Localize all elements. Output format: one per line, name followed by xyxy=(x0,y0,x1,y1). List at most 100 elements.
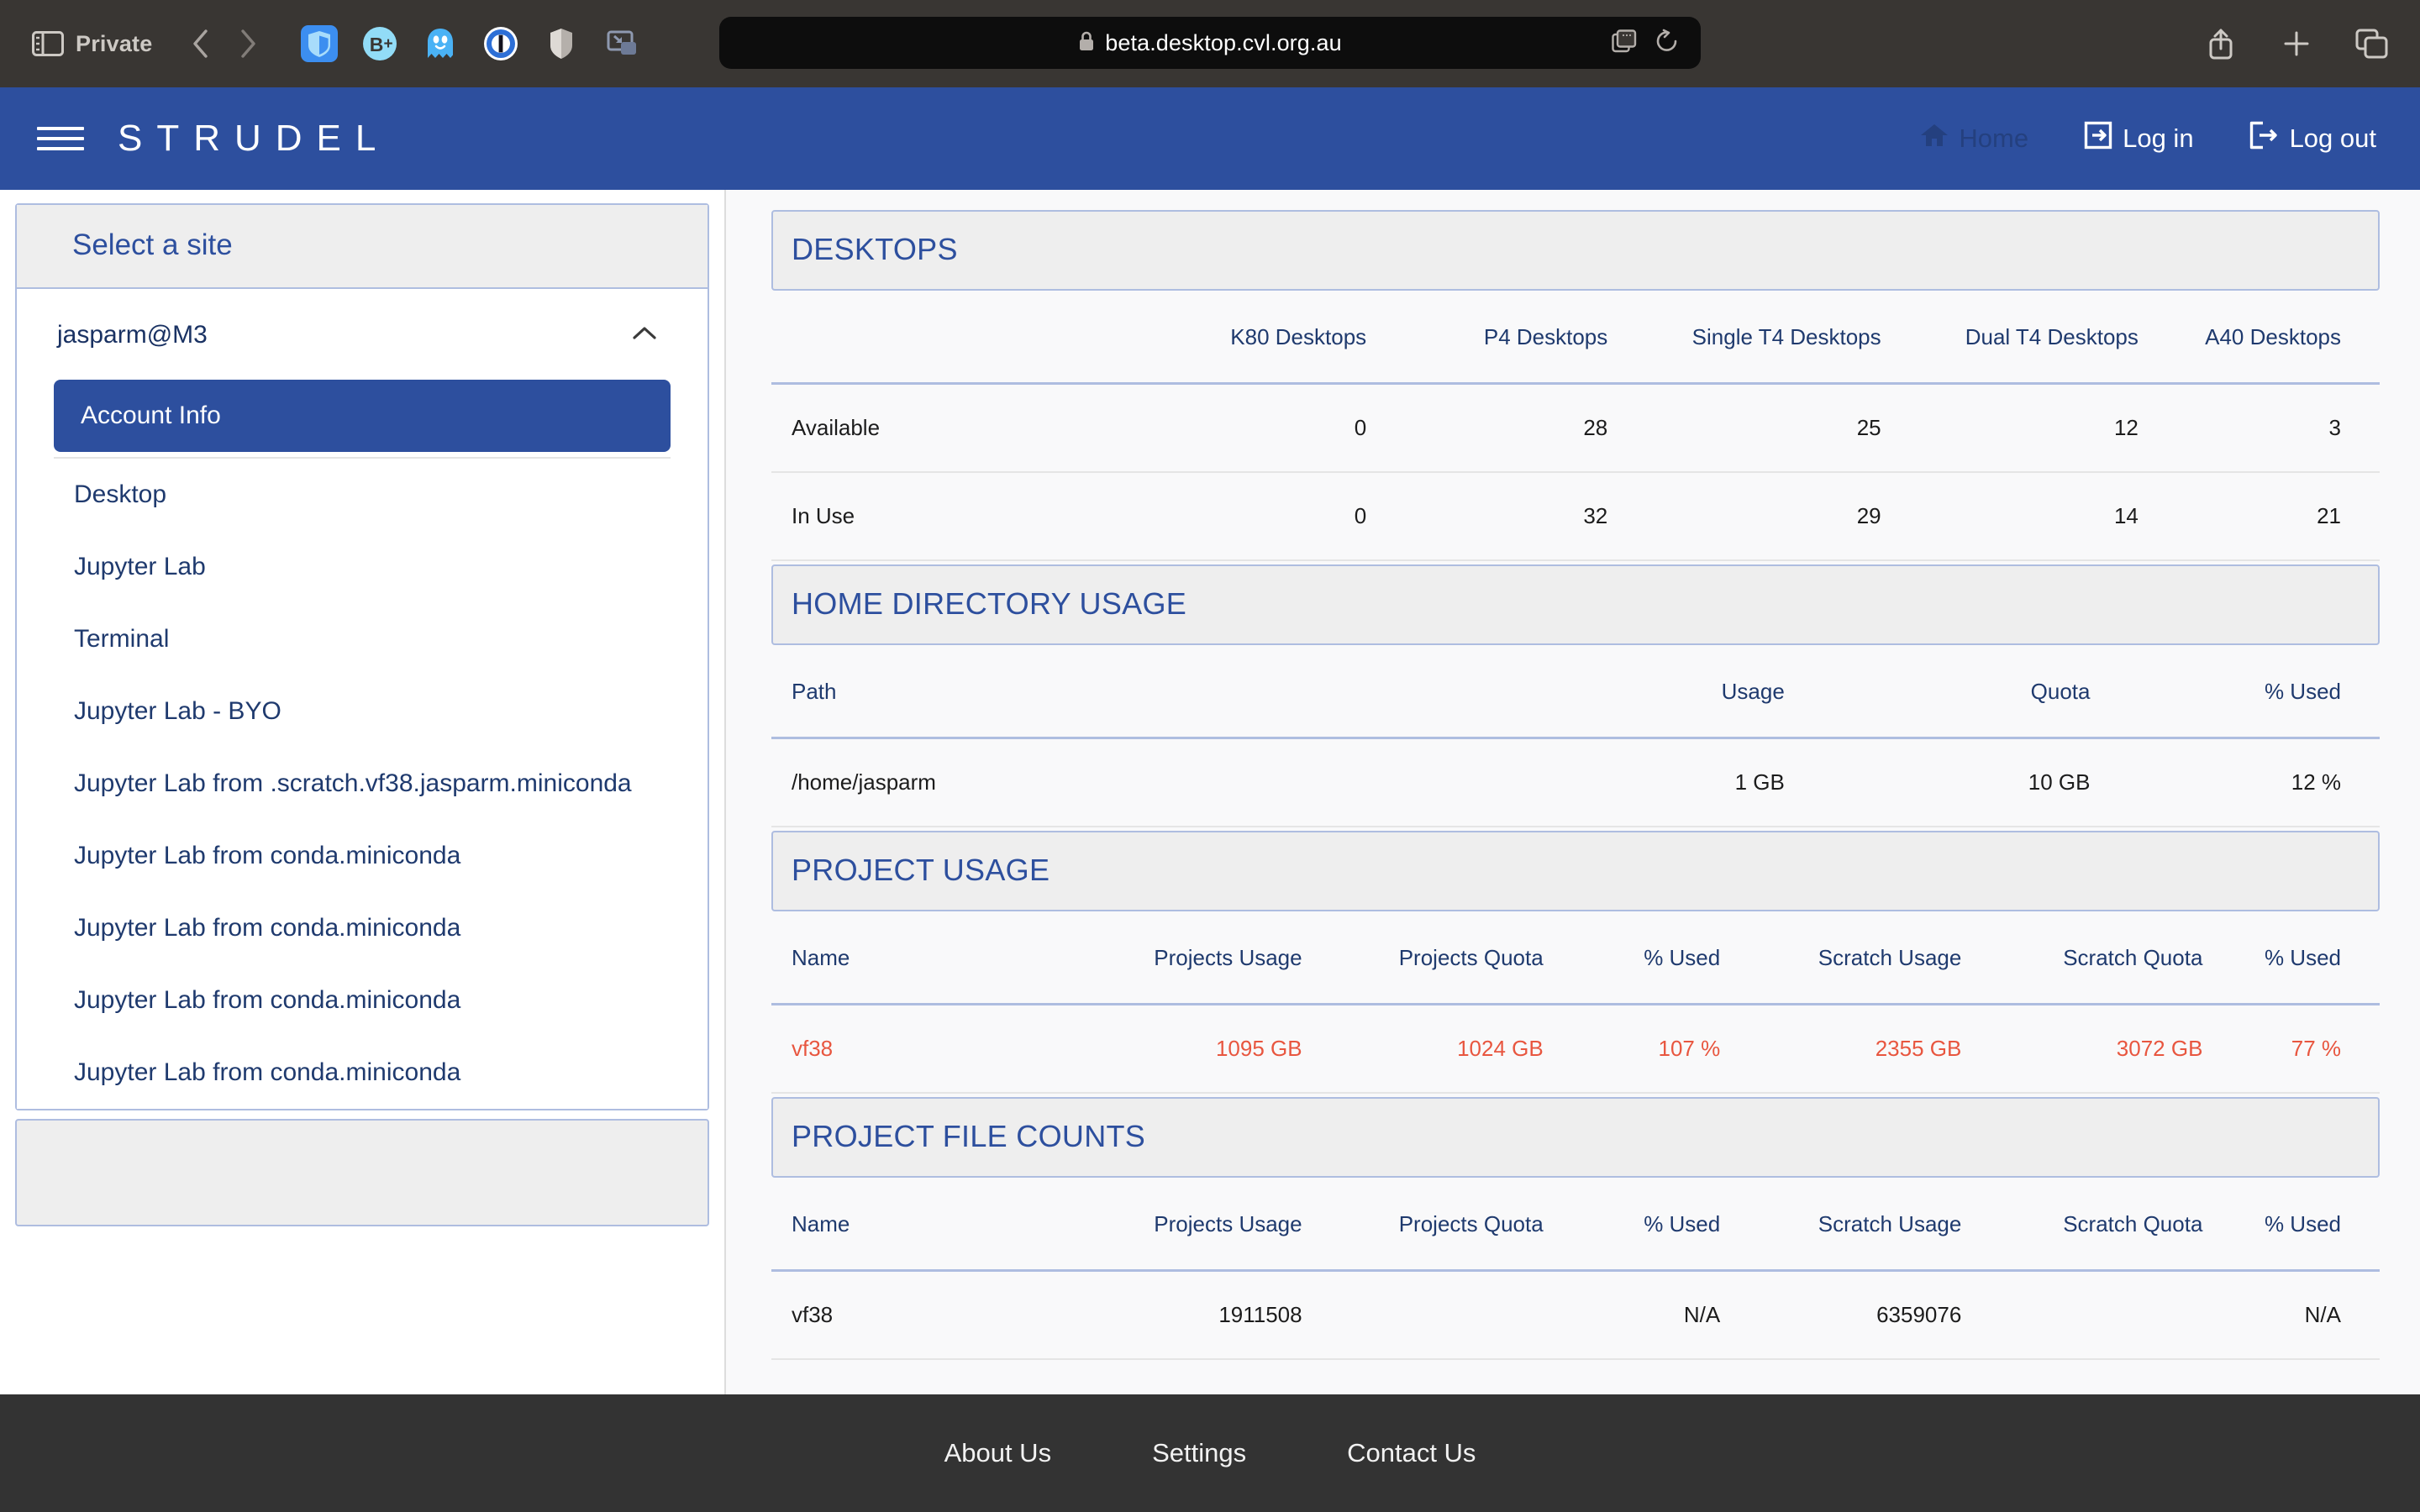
main-content: DESKTOPS K80 Desktops P4 Desktops Single… xyxy=(724,190,2420,1394)
cell-inuse-label: In Use xyxy=(771,472,1126,561)
reader-view-icon[interactable] xyxy=(1612,29,1637,57)
logout-icon xyxy=(2249,121,2280,156)
browser-chrome-left-controls: Private B + xyxy=(29,24,641,63)
footer-link-contact-us[interactable]: Contact Us xyxy=(1347,1438,1476,1468)
table-header-row: Name Projects Usage Projects Quota % Use… xyxy=(771,1178,2380,1272)
sidebar-item-jupyter-lab-byo[interactable]: Jupyter Lab - BYO xyxy=(47,675,677,748)
site-select-header: Select a site xyxy=(17,205,708,289)
sidebar-item-jupyter-lab-conda-2[interactable]: Jupyter Lab from conda.miniconda xyxy=(47,892,677,964)
sidebar: Select a site jasparm@M3 Account Info De… xyxy=(0,190,724,1394)
col-fc-percent-used-2: % Used xyxy=(2202,1178,2380,1272)
col-fc-scratch-quota: Scratch Quota xyxy=(1961,1178,2203,1272)
card-home-usage-header: HOME DIRECTORY USAGE xyxy=(771,564,2380,645)
picture-in-picture-icon[interactable] xyxy=(602,24,641,63)
bitwarden-bplus-icon[interactable]: B + xyxy=(360,24,399,63)
card-desktops-header: DESKTOPS xyxy=(771,210,2380,291)
url-bar[interactable]: beta.desktop.cvl.org.au xyxy=(719,17,1701,69)
sidebar-footer-panel xyxy=(15,1119,709,1226)
cell-fc-scratch-usage: 6359076 xyxy=(1720,1270,1962,1360)
plus-icon[interactable] xyxy=(2277,24,2316,63)
card-file-counts-header: PROJECT FILE COUNTS xyxy=(771,1097,2380,1178)
cell-fc-projects-quota xyxy=(1302,1270,1544,1360)
cell-available-a40: 3 xyxy=(2138,383,2380,473)
cell-pu-name[interactable]: vf38 xyxy=(771,1004,1061,1094)
cell-home-quota: 10 GB xyxy=(1784,738,2091,827)
table-row: /home/jasparm 1 GB 10 GB 12 % xyxy=(771,738,2380,827)
cell-available-single-t4: 25 xyxy=(1607,383,1881,473)
cell-pu-projects-usage: 1095 GB xyxy=(1060,1004,1302,1094)
col-fc-projects-quota: Projects Quota xyxy=(1302,1178,1544,1272)
url-text: beta.desktop.cvl.org.au xyxy=(1105,29,1342,55)
footer-link-about-us[interactable]: About Us xyxy=(944,1438,1052,1468)
ghostery-ghost-icon[interactable] xyxy=(421,24,460,63)
cell-fc-projects-usage: 1911508 xyxy=(1060,1270,1302,1360)
col-fc-name: Name xyxy=(771,1178,1061,1272)
chevron-left-icon[interactable] xyxy=(177,25,224,62)
onepassword-icon[interactable] xyxy=(481,24,520,63)
project-file-counts-table: Name Projects Usage Projects Quota % Use… xyxy=(771,1178,2380,1360)
table-row: In Use 0 32 29 14 21 xyxy=(771,472,2380,561)
site-group-header[interactable]: jasparm@M3 xyxy=(17,289,708,380)
project-usage-table: Name Projects Usage Projects Quota % Use… xyxy=(771,911,2380,1094)
table-header-row: Path Usage Quota % Used xyxy=(771,645,2380,739)
table-header-row: K80 Desktops P4 Desktops Single T4 Deskt… xyxy=(771,291,2380,385)
site-group: jasparm@M3 Account Info Desktop Jupyter … xyxy=(17,289,708,1109)
padlock-icon xyxy=(1078,30,1095,56)
cell-pu-scratch-usage: 2355 GB xyxy=(1720,1004,1962,1094)
cell-home-usage: 1 GB xyxy=(1495,738,1785,827)
hamburger-menu-icon[interactable] xyxy=(37,118,84,159)
nav-item-login[interactable]: Log in xyxy=(2084,121,2194,156)
sidebar-toggle-icon[interactable] xyxy=(29,28,67,60)
sidebar-item-jupyter-lab-conda-3[interactable]: Jupyter Lab from conda.miniconda xyxy=(47,964,677,1037)
app-header: STRUDEL Home Log in Log out xyxy=(0,87,2420,190)
page-body: Select a site jasparm@M3 Account Info De… xyxy=(0,190,2420,1394)
site-menu-list: Account Info Desktop Jupyter Lab Termina… xyxy=(17,380,708,1109)
table-row: Available 0 28 25 12 3 xyxy=(771,383,2380,473)
cell-pu-scratch-quota: 3072 GB xyxy=(1961,1004,2203,1094)
cell-inuse-p4: 32 xyxy=(1366,472,1608,561)
share-icon[interactable] xyxy=(2202,24,2240,63)
cell-available-label: Available xyxy=(771,383,1126,473)
bitwarden-shield-icon[interactable] xyxy=(300,24,339,63)
sidebar-item-jupyter-lab[interactable]: Jupyter Lab xyxy=(47,531,677,603)
browser-chrome-right-controls xyxy=(2202,24,2391,63)
sidebar-item-account-info[interactable]: Account Info xyxy=(54,380,671,452)
card-project-usage-title: PROJECT USAGE xyxy=(792,853,1050,887)
card-desktops: DESKTOPS K80 Desktops P4 Desktops Single… xyxy=(771,210,2380,561)
card-file-counts-title: PROJECT FILE COUNTS xyxy=(792,1119,1146,1153)
cell-available-p4: 28 xyxy=(1366,383,1608,473)
site-select-title: Select a site xyxy=(72,228,233,261)
sidebar-item-desktop[interactable]: Desktop xyxy=(47,459,677,531)
login-icon xyxy=(2084,121,2112,156)
browser-extension-icons: B + xyxy=(300,24,641,63)
col-percent-used: % Used xyxy=(2090,645,2380,739)
nav-item-home[interactable]: Home xyxy=(1920,122,2028,155)
cell-fc-name: vf38 xyxy=(771,1270,1061,1360)
footer-link-settings[interactable]: Settings xyxy=(1152,1438,1246,1468)
cell-fc-percent-used-2: N/A xyxy=(2202,1270,2380,1360)
sidebar-item-jupyter-lab-conda-1[interactable]: Jupyter Lab from conda.miniconda xyxy=(47,820,677,892)
chevron-up-icon[interactable] xyxy=(632,326,657,345)
header-nav: Home Log in Log out xyxy=(1920,121,2376,156)
col-fc-projects-usage: Projects Usage xyxy=(1060,1178,1302,1272)
card-project-usage-header: PROJECT USAGE xyxy=(771,831,2380,911)
chevron-right-icon[interactable] xyxy=(224,25,271,62)
cell-inuse-k80: 0 xyxy=(1125,472,1367,561)
reload-icon[interactable] xyxy=(1655,29,1679,58)
desktops-table: K80 Desktops P4 Desktops Single T4 Deskt… xyxy=(771,291,2380,561)
home-icon xyxy=(1920,122,1949,155)
card-project-file-counts: PROJECT FILE COUNTS Name Projects Usage … xyxy=(771,1097,2380,1360)
sidebar-item-jupyter-lab-scratch[interactable]: Jupyter Lab from .scratch.vf38.jasparm.m… xyxy=(47,748,677,820)
privacy-shield-icon[interactable] xyxy=(542,24,581,63)
svg-text:+: + xyxy=(384,35,393,53)
tab-overview-icon[interactable] xyxy=(2353,24,2391,63)
sidebar-item-terminal[interactable]: Terminal xyxy=(47,603,677,675)
nav-item-logout[interactable]: Log out xyxy=(2249,121,2376,156)
col-quota: Quota xyxy=(1784,645,2091,739)
sidebar-item-jupyter-lab-conda-4[interactable]: Jupyter Lab from conda.miniconda xyxy=(47,1037,677,1109)
cell-fc-scratch-quota xyxy=(1961,1270,2203,1360)
col-pu-projects-quota: Projects Quota xyxy=(1302,911,1544,1005)
browser-chrome: Private B + beta.desktop.cvl.org.au xyxy=(0,0,2420,87)
table-header-row: Name Projects Usage Projects Quota % Use… xyxy=(771,911,2380,1005)
cell-pu-percent-used-2: 77 % xyxy=(2202,1004,2380,1094)
